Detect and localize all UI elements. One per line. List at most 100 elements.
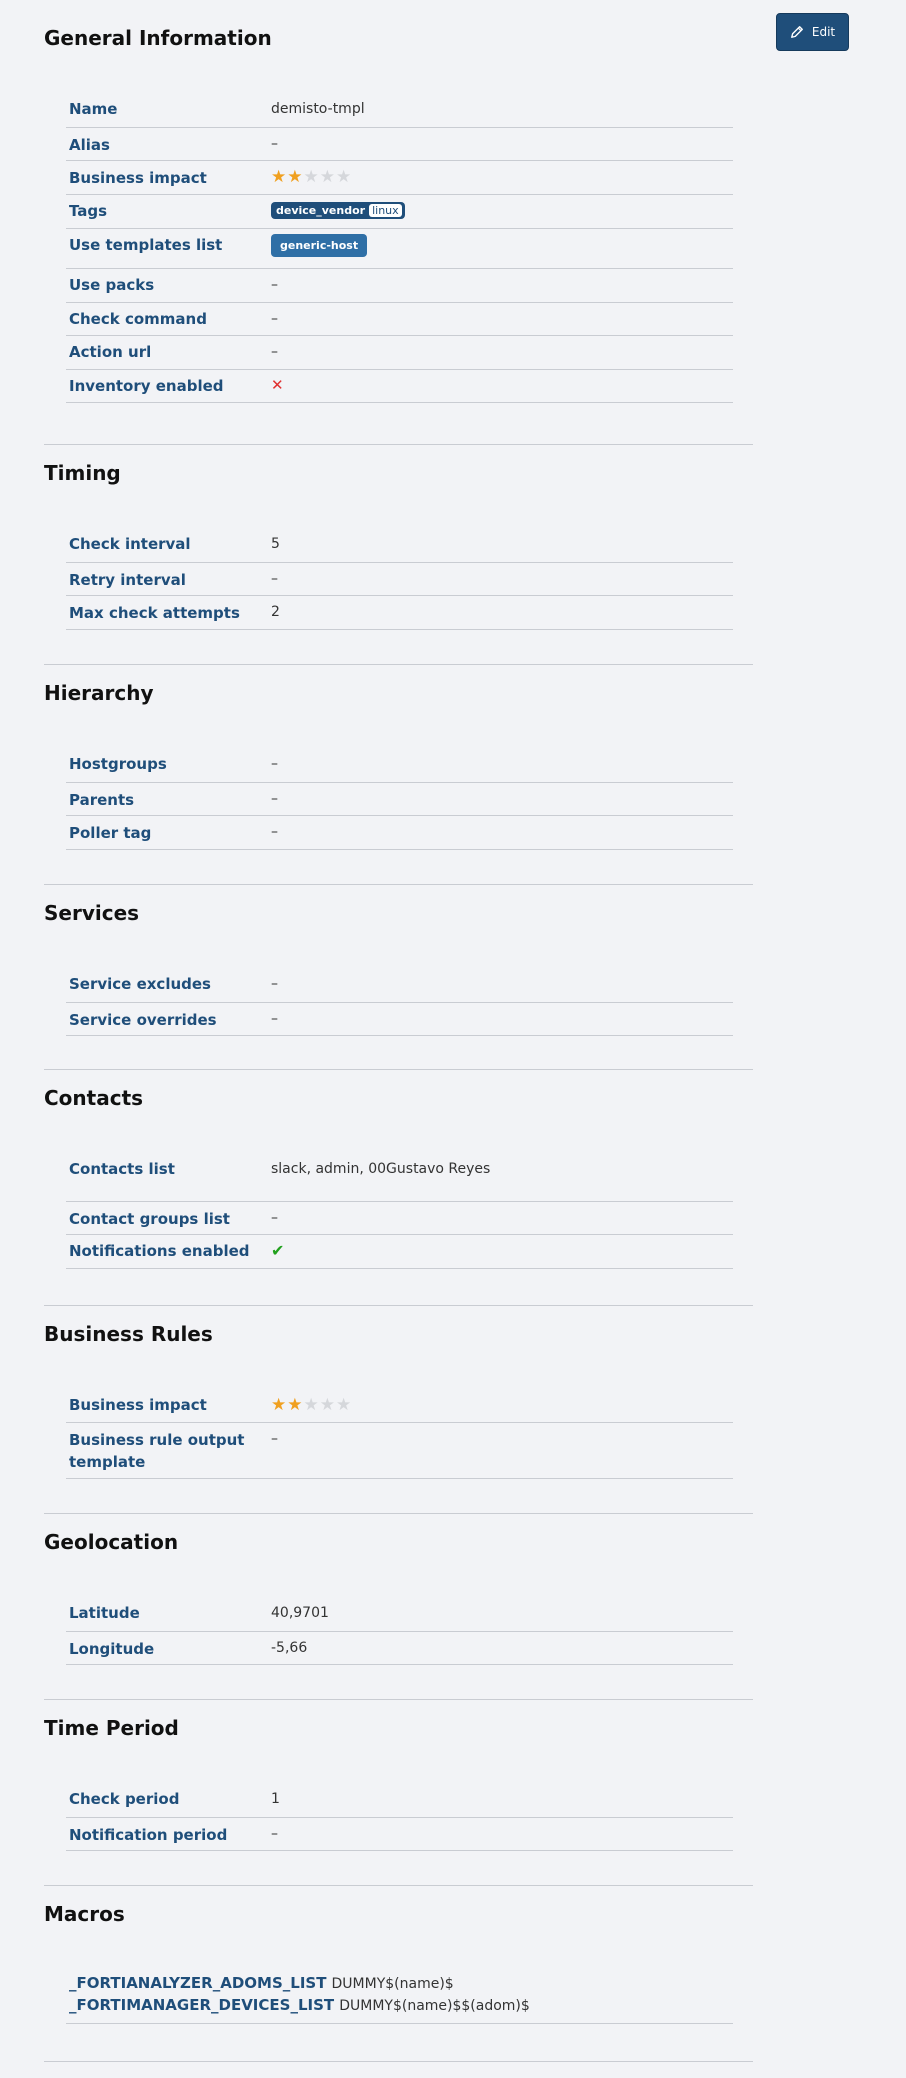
- macro-key: _FORTIANALYZER_ADOMS_LIST: [69, 1974, 327, 1992]
- star-icon: ★: [271, 166, 287, 187]
- services-table: Service excludes – Service overrides –: [66, 968, 733, 1036]
- table-row: Business impact ★ ★ ★ ★ ★: [66, 1389, 733, 1423]
- pencil-icon: [790, 26, 803, 38]
- row-label: Latitude: [66, 1597, 271, 1632]
- table-row: Poller tag –: [66, 815, 733, 850]
- row-value: ✕: [271, 369, 733, 403]
- row-label: Inventory enabled: [66, 369, 271, 403]
- row-value: generic-host: [271, 228, 733, 269]
- row-label: Check period: [66, 1783, 271, 1818]
- row-label: Check command: [66, 302, 271, 336]
- row-value: -5,66: [271, 1631, 733, 1665]
- row-value: –: [271, 748, 733, 783]
- row-label: Parents: [66, 782, 271, 816]
- macro-item: _FORTIANALYZER_ADOMS_LIST DUMMY$(name)$: [66, 1973, 733, 1995]
- table-row: Alias –: [66, 127, 733, 161]
- table-row: Longitude -5,66: [66, 1631, 733, 1665]
- section-divider: [44, 664, 753, 665]
- row-value: –: [271, 268, 733, 303]
- table-row: Check interval 5: [66, 528, 733, 563]
- table-row: Contact groups list –: [66, 1201, 733, 1235]
- section-divider: [44, 444, 753, 445]
- row-label: Alias: [66, 127, 271, 161]
- row-label: Max check attempts: [66, 595, 271, 630]
- table-row: Hostgroups –: [66, 748, 733, 783]
- row-label: Use packs: [66, 268, 271, 303]
- table-row: Parents –: [66, 782, 733, 816]
- table-row: Service overrides –: [66, 1002, 733, 1036]
- star-icon: ★: [303, 166, 319, 187]
- row-value: ★ ★ ★ ★ ★: [271, 1389, 733, 1423]
- macros-list: _FORTIANALYZER_ADOMS_LIST DUMMY$(name)$ …: [66, 1973, 733, 2024]
- contacts-table: Contacts list slack, admin, 00Gustavo Re…: [66, 1153, 733, 1269]
- row-label: Use templates list: [66, 228, 271, 269]
- template-pill[interactable]: generic-host: [271, 233, 368, 257]
- general-table: Name demisto-tmpl Alias – Business impac…: [66, 93, 733, 403]
- table-row: Max check attempts 2: [66, 595, 733, 630]
- tag-badge[interactable]: device_vendor linux: [271, 201, 405, 219]
- business-rules-table: Business impact ★ ★ ★ ★ ★ Business rule outp…: [66, 1389, 733, 1479]
- star-icon: ★: [319, 166, 335, 187]
- section-divider: [44, 1069, 753, 1070]
- row-label: Retry interval: [66, 562, 271, 596]
- tag-name: device_vendor: [276, 203, 366, 217]
- geolocation-table: Latitude 40,9701 Longitude -5,66: [66, 1597, 733, 1665]
- star-icon: ★: [336, 166, 352, 187]
- row-value: device_vendor linux: [271, 194, 733, 229]
- section-title-geolocation: Geolocation: [44, 1530, 179, 1554]
- tag-value: linux: [369, 203, 402, 217]
- macro-value: DUMMY$(name)$$(adom)$: [339, 1998, 530, 2014]
- section-divider: [44, 1305, 753, 1306]
- row-value: –: [271, 127, 733, 161]
- row-value: slack, admin, 00Gustavo Reyes: [271, 1153, 733, 1202]
- row-label: Service overrides: [66, 1002, 271, 1036]
- section-title-hierarchy: Hierarchy: [44, 681, 154, 705]
- check-icon: ✔: [271, 1240, 285, 1260]
- row-label: Longitude: [66, 1631, 271, 1665]
- timing-table: Check interval 5 Retry interval – Max ch…: [66, 528, 733, 630]
- row-value: –: [271, 1002, 733, 1036]
- x-icon: ✕: [271, 375, 284, 394]
- row-label: Business impact: [66, 1389, 271, 1423]
- row-value: 40,9701: [271, 1597, 733, 1632]
- row-value: ★ ★ ★ ★ ★: [271, 160, 733, 195]
- row-value: 5: [271, 528, 733, 563]
- star-icon: ★: [336, 1395, 352, 1415]
- section-title-macros: Macros: [44, 1902, 125, 1926]
- table-row: Check period 1: [66, 1783, 733, 1818]
- star-icon: ★: [319, 1395, 335, 1415]
- edit-button[interactable]: Edit: [776, 13, 849, 51]
- macro-item: _FORTIMANAGER_DEVICES_LIST DUMMY$(name)$…: [66, 1995, 733, 2017]
- macro-value: DUMMY$(name)$: [331, 1976, 454, 1992]
- row-value: –: [271, 968, 733, 1003]
- row-label: Action url: [66, 335, 271, 370]
- row-value: –: [271, 1201, 733, 1235]
- table-row: Check command –: [66, 302, 733, 336]
- table-row: Retry interval –: [66, 562, 733, 596]
- star-icon: ★: [303, 1395, 319, 1415]
- row-label: Name: [66, 93, 271, 128]
- section-title-general: General Information: [44, 26, 272, 50]
- business-impact-stars: ★ ★ ★ ★ ★: [271, 1397, 351, 1414]
- table-row: Business impact ★ ★ ★ ★ ★: [66, 160, 733, 195]
- row-label: Hostgroups: [66, 748, 271, 783]
- time-period-table: Check period 1 Notification period –: [66, 1783, 733, 1851]
- macro-key: _FORTIMANAGER_DEVICES_LIST: [69, 1996, 335, 2014]
- table-row: Use templates list generic-host: [66, 228, 733, 269]
- section-divider: [44, 1513, 753, 1514]
- table-row: Tags device_vendor linux: [66, 194, 733, 229]
- row-value: –: [271, 1422, 733, 1479]
- row-value: –: [271, 302, 733, 336]
- table-row: Notifications enabled ✔: [66, 1234, 733, 1269]
- table-row: Notification period –: [66, 1817, 733, 1851]
- table-row: Latitude 40,9701: [66, 1597, 733, 1632]
- star-icon: ★: [287, 166, 303, 187]
- row-value: –: [271, 562, 733, 596]
- table-row: Use packs –: [66, 268, 733, 303]
- row-label: Contact groups list: [66, 1201, 271, 1235]
- section-divider: [44, 1885, 753, 1886]
- row-value: –: [271, 335, 733, 370]
- star-icon: ★: [287, 1395, 303, 1415]
- row-label: Tags: [66, 194, 271, 229]
- star-icon: ★: [271, 1395, 287, 1415]
